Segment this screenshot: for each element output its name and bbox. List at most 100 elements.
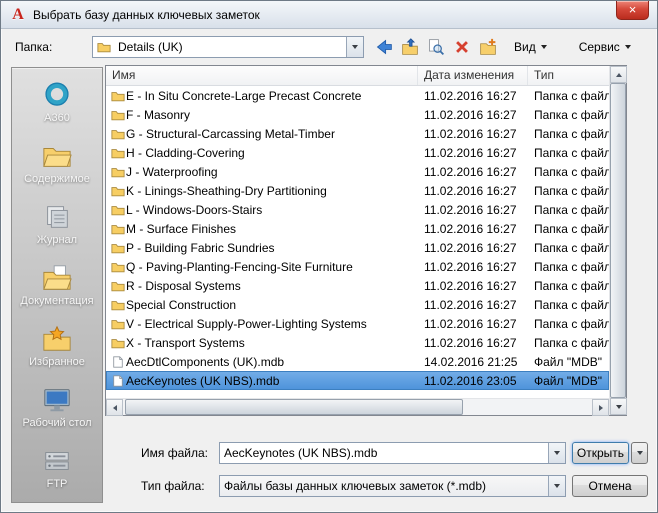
file-row[interactable]: AecDtlComponents (UK).mdb 14.02.2016 21:2…	[106, 352, 609, 371]
folder-icon	[106, 337, 126, 349]
column-header-name[interactable]: Имя	[106, 66, 418, 85]
filename-combobox[interactable]: AecKeynotes (UK NBS).mdb	[219, 442, 566, 464]
folder-icon	[93, 41, 114, 53]
file-row[interactable]: E - In Situ Concrete-Large Precast Concr…	[106, 86, 609, 105]
sidebar-item-history[interactable]: Журнал	[12, 194, 102, 255]
current-folder-value: Details (UK)	[118, 40, 183, 54]
folder-icon	[106, 128, 126, 140]
open-options-button[interactable]	[631, 442, 648, 464]
filename-input[interactable]: AecKeynotes (UK NBS).mdb	[220, 446, 548, 460]
file-row[interactable]: X - Transport Systems 11.02.2016 16:27 Пап…	[106, 333, 609, 352]
chevron-down-icon	[554, 484, 560, 488]
filetype-value: Файлы базы данных ключевых заметок (*.md…	[224, 479, 486, 493]
mdb-file-icon	[106, 355, 126, 368]
folder-icon	[106, 90, 126, 102]
favorites-star-icon	[43, 325, 71, 351]
folder-dropdown-button[interactable]	[346, 37, 363, 57]
file-row[interactable]: F - Masonry11.02.2016 16:27Папка с файла…	[106, 105, 609, 124]
filetype-label: Тип файла:	[141, 479, 205, 493]
sidebar-item-label: Журнал	[36, 234, 78, 246]
sidebar-item-content[interactable]: Содержимое	[12, 133, 102, 194]
toolbar: Папка: Details (UK) Вид Сервис	[11, 35, 649, 59]
back-icon	[376, 39, 392, 55]
filetype-dropdown-button[interactable]	[548, 476, 565, 496]
view-menu-button[interactable]: Вид	[506, 36, 555, 58]
file-row[interactable]: R - Disposal Systems 11.02.2016 16:27 Папк…	[106, 276, 609, 295]
a360-icon	[45, 82, 69, 106]
content-folder-icon	[43, 148, 72, 167]
horizontal-scroll-track[interactable]	[123, 399, 592, 415]
column-header-type[interactable]: Тип	[528, 66, 609, 85]
history-icon	[47, 206, 68, 228]
file-row-selected[interactable]: AecKeynotes (UK NBS).mdb 11.02.2016 23:05…	[106, 371, 609, 390]
open-button[interactable]: Открыть	[572, 442, 629, 464]
file-row[interactable]: P - Building Fabric Sundries 11.02.2016 1…	[106, 238, 609, 257]
vertical-scroll-thumb[interactable]	[610, 83, 626, 398]
sidebar-item-label: Рабочий стол	[22, 417, 92, 429]
sidebar-item-documentation[interactable]: Документация	[12, 255, 102, 316]
file-row[interactable]: J - Waterproofing 11.02.2016 16:27 Папка с…	[106, 162, 609, 181]
horizontal-scroll-thumb[interactable]	[125, 399, 463, 415]
file-row[interactable]: Special Construction 11.02.2016 16:27 Папк…	[106, 295, 609, 314]
chevron-down-icon	[352, 45, 358, 49]
delete-x-icon	[456, 41, 468, 53]
arrow-left-icon	[112, 404, 117, 411]
folder-icon	[106, 242, 126, 254]
filename-dropdown-button[interactable]	[548, 443, 565, 463]
folder-icon	[106, 223, 126, 235]
scroll-down-button[interactable]	[610, 398, 627, 415]
file-row[interactable]: V - Electrical Supply-Power-Lighting Sys…	[106, 314, 609, 333]
filename-label: Имя файла:	[141, 446, 208, 460]
folder-icon	[106, 185, 126, 197]
file-row[interactable]: L - Windows-Doors-Stairs 11.02.2016 16:27…	[106, 200, 609, 219]
filetype-combobox[interactable]: Файлы базы данных ключевых заметок (*.md…	[219, 475, 566, 497]
search-button[interactable]	[424, 36, 448, 58]
file-list: Имя Дата изменения Тип E - In Situ Concr…	[105, 65, 627, 416]
sidebar-item-favorites[interactable]: Избранное	[12, 316, 102, 377]
folder-combobox[interactable]: Details (UK)	[92, 36, 364, 58]
close-button[interactable]: ×	[616, 1, 649, 20]
folder-icon	[106, 109, 126, 121]
folder-icon	[106, 299, 126, 311]
file-row[interactable]: M - Surface Finishes 11.02.2016 16:27 Папк…	[106, 219, 609, 238]
scroll-left-button[interactable]	[106, 399, 123, 416]
sidebar-item-label: A360	[44, 112, 70, 124]
up-one-level-button[interactable]	[398, 36, 422, 58]
cancel-button[interactable]: Отмена	[572, 475, 648, 497]
folder-icon	[106, 280, 126, 292]
up-one-level-icon	[402, 38, 418, 55]
desktop-icon	[44, 389, 70, 412]
ftp-icon	[45, 452, 69, 470]
view-menu-label: Вид	[514, 40, 536, 54]
folder-icon	[106, 147, 126, 159]
scroll-right-button[interactable]	[592, 399, 609, 416]
search-icon	[429, 39, 445, 56]
sidebar-item-label: Содержимое	[24, 173, 90, 185]
file-row[interactable]: H - Cladding-Covering 11.02.2016 16:27 Пап…	[106, 143, 609, 162]
mdb-file-icon	[106, 374, 126, 387]
titlebar[interactable]: A Выбрать базу данных ключевых заметок	[1, 1, 657, 29]
places-bar: A360 Содержимое Журнал Документация Избр…	[11, 67, 103, 503]
column-header-date[interactable]: Дата изменения	[418, 66, 528, 85]
tools-menu-button[interactable]: Сервис	[571, 36, 639, 58]
file-rows: E - In Situ Concrete-Large Precast Concr…	[106, 86, 609, 398]
delete-button[interactable]	[450, 36, 474, 58]
chevron-down-icon	[540, 45, 547, 49]
sidebar-item-a360[interactable]: A360	[12, 72, 102, 133]
sidebar-item-label: Избранное	[29, 356, 85, 368]
file-row[interactable]: K - Linings-Sheathing-Dry Partitioning 11…	[106, 181, 609, 200]
chevron-down-icon	[636, 451, 643, 455]
scroll-up-button[interactable]	[610, 66, 627, 83]
new-folder-icon	[480, 38, 496, 55]
file-row[interactable]: G - Structural-Carcassing Metal-Timber 11…	[106, 124, 609, 143]
new-folder-button[interactable]	[476, 36, 500, 58]
sidebar-item-desktop[interactable]: Рабочий стол	[12, 377, 102, 438]
horizontal-scrollbar[interactable]	[106, 398, 609, 416]
chevron-down-icon	[624, 45, 631, 49]
back-button[interactable]	[372, 36, 396, 58]
file-row[interactable]: Q - Paving-Planting-Fencing-Site Furnitu…	[106, 257, 609, 276]
folder-icon	[106, 318, 126, 330]
arrow-right-icon	[598, 404, 603, 411]
sidebar-item-ftp[interactable]: FTP	[12, 438, 102, 499]
vertical-scrollbar[interactable]	[609, 66, 627, 415]
